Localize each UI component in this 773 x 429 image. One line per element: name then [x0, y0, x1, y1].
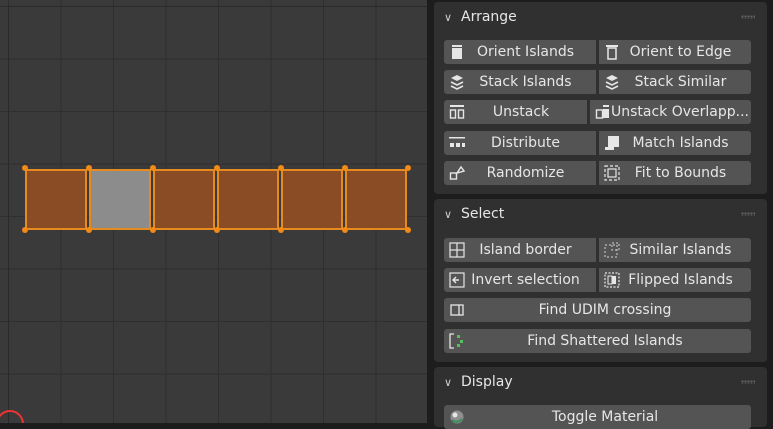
- unstack-button[interactable]: Unstack: [444, 100, 587, 124]
- stack-islands-button[interactable]: Stack Islands: [444, 70, 596, 94]
- display-panel-header[interactable]: ∨ Display: [434, 367, 767, 397]
- uv-island-selected[interactable]: [89, 169, 151, 230]
- uv-vertex[interactable]: [150, 227, 156, 233]
- orient-islands-button[interactable]: Orient Islands: [444, 40, 596, 64]
- stack-icon: [449, 74, 465, 90]
- drag-grip-icon[interactable]: [741, 380, 755, 384]
- shattered-islands-icon: [449, 333, 465, 349]
- uv-vertex[interactable]: [86, 165, 92, 171]
- uv-vertex[interactable]: [405, 165, 411, 171]
- orient-islands-icon: [449, 44, 465, 60]
- island-border-button[interactable]: Island border: [444, 238, 596, 262]
- fit-to-bounds-button[interactable]: Fit to Bounds: [599, 161, 751, 185]
- stack-icon: [604, 74, 620, 90]
- uv-vertex[interactable]: [22, 165, 28, 171]
- unstack-overlapping-icon: [595, 104, 611, 120]
- uv-vertex[interactable]: [214, 227, 220, 233]
- select-panel-title: Select: [461, 206, 505, 222]
- uv-vertex[interactable]: [342, 227, 348, 233]
- uv-island[interactable]: [25, 169, 87, 230]
- find-shattered-islands-button[interactable]: Find Shattered Islands: [444, 329, 751, 353]
- similar-islands-button[interactable]: Similar Islands: [599, 238, 751, 262]
- invert-selection-icon: [449, 272, 465, 288]
- display-panel: ∨ Display Toggle Material: [434, 367, 767, 429]
- flipped-islands-icon: [604, 272, 620, 288]
- display-panel-title: Display: [461, 374, 513, 390]
- uv-island[interactable]: [345, 169, 407, 230]
- drag-grip-icon[interactable]: [741, 212, 755, 216]
- uv-vertex[interactable]: [342, 165, 348, 171]
- uv-vertex[interactable]: [214, 165, 220, 171]
- distribute-button[interactable]: Distribute: [444, 131, 596, 155]
- arrange-panel-header[interactable]: ∨ Arrange: [434, 2, 767, 32]
- uv-vertex[interactable]: [22, 227, 28, 233]
- select-panel: ∨ Select Island border Similar Islands I…: [434, 199, 767, 362]
- unstack-overlapping-button[interactable]: Unstack Overlapp...: [589, 100, 751, 124]
- uv-editor-viewport[interactable]: [0, 0, 427, 423]
- match-islands-icon: [604, 135, 620, 151]
- find-udim-crossing-button[interactable]: Find UDIM crossing: [444, 298, 751, 322]
- arrange-panel-title: Arrange: [461, 9, 517, 25]
- uv-vertex[interactable]: [278, 227, 284, 233]
- 2d-cursor[interactable]: [0, 410, 24, 423]
- similar-islands-icon: [604, 242, 620, 258]
- fit-to-bounds-icon: [604, 165, 620, 181]
- distribute-icon: [449, 135, 465, 151]
- randomize-button[interactable]: Randomize: [444, 161, 596, 185]
- island-border-icon: [449, 242, 465, 258]
- orient-to-edge-button[interactable]: Orient to Edge: [599, 40, 751, 64]
- tool-sidebar: ∨ Arrange Orient Islands Orient to Edge: [427, 0, 773, 429]
- select-panel-header[interactable]: ∨ Select: [434, 199, 767, 229]
- uv-island[interactable]: [217, 169, 279, 230]
- chevron-down-icon: ∨: [444, 375, 453, 389]
- orient-to-edge-icon: [604, 44, 620, 60]
- toggle-material-button[interactable]: Toggle Material: [444, 405, 751, 429]
- uv-vertex[interactable]: [86, 227, 92, 233]
- uv-island[interactable]: [153, 169, 215, 230]
- drag-grip-icon[interactable]: [741, 15, 755, 19]
- udim-crossing-icon: [449, 302, 465, 318]
- randomize-icon: [449, 165, 465, 181]
- uv-vertex[interactable]: [278, 165, 284, 171]
- unstack-icon: [449, 104, 465, 120]
- uv-vertex[interactable]: [405, 227, 411, 233]
- arrange-panel: ∨ Arrange Orient Islands Orient to Edge: [434, 2, 767, 194]
- uv-island[interactable]: [281, 169, 343, 230]
- flipped-islands-button[interactable]: Flipped Islands: [599, 268, 751, 292]
- stack-similar-button[interactable]: Stack Similar: [599, 70, 751, 94]
- invert-selection-button[interactable]: Invert selection: [444, 268, 596, 292]
- chevron-down-icon: ∨: [444, 207, 453, 221]
- uv-vertex[interactable]: [150, 165, 156, 171]
- chevron-down-icon: ∨: [444, 10, 453, 24]
- match-islands-button[interactable]: Match Islands: [599, 131, 751, 155]
